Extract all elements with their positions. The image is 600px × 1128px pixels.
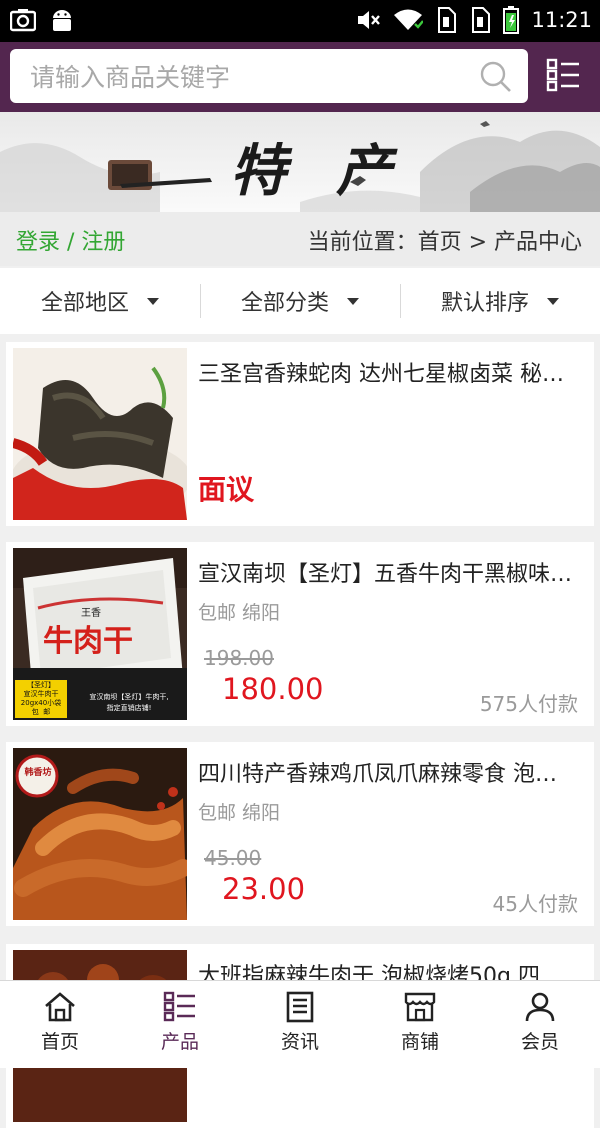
user-icon	[525, 992, 555, 1022]
nav-store-label: 商铺	[400, 1031, 439, 1053]
android-icon	[53, 10, 71, 31]
filter-category-label: 全部分类	[240, 291, 329, 316]
sold-count: 45人付款	[492, 892, 578, 916]
nav-member-label: 会员	[520, 1031, 559, 1053]
product-price: 23.00	[222, 872, 306, 906]
sim1-icon	[438, 7, 457, 33]
battery-icon	[503, 6, 520, 34]
nav-member[interactable]: 会员	[480, 981, 600, 1068]
status-bar: 11:21	[0, 0, 600, 42]
list-icon	[163, 991, 195, 1022]
nav-news[interactable]: 资讯	[240, 981, 360, 1068]
search-input[interactable]	[28, 55, 472, 99]
image-caption: 宣汉南坝【圣灯】牛肉干, 指定直销店铺!	[89, 693, 169, 712]
filter-region-label: 全部地区	[40, 291, 129, 316]
image-product-name: 牛肉干	[43, 624, 133, 659]
sold-count: 575人付款	[479, 692, 578, 716]
product-title: 四川特产香辣鸡爪凤爪麻辣零食 泡椒凤爪	[198, 762, 578, 787]
product-title: 三圣宫香辣蛇肉 达州七星椒卤菜 秘制蛇肉	[198, 362, 578, 387]
camera-icon	[10, 9, 36, 32]
nav-store[interactable]: 商铺	[360, 981, 480, 1068]
sim2-icon	[472, 7, 491, 33]
image-badge: 【圣灯】 宣汉牛肉干 20gx40小袋 包 邮	[15, 680, 67, 718]
filter-category[interactable]: 全部分类	[200, 268, 400, 334]
current-location: 当前位置：首页 > 产品中心	[307, 230, 582, 255]
breadcrumb: 登录 / 注册 当前位置：首页 > 产品中心	[0, 212, 600, 266]
status-time: 11:21	[531, 8, 592, 32]
wifi-icon	[394, 9, 424, 30]
nav-products-label: 产品	[160, 1031, 199, 1053]
product-title: 宣汉南坝【圣灯】五香牛肉干黑椒味 20gx40小袋	[198, 562, 578, 587]
store-icon	[404, 992, 436, 1022]
search-icon[interactable]	[480, 61, 512, 93]
chevron-down-icon	[547, 297, 559, 305]
product-image: 王香 牛肉干 【圣灯】 宣汉牛肉干 20gx40小袋 包 邮 宣汉南坝【圣灯】牛…	[13, 548, 187, 720]
nav-home[interactable]: 首页	[0, 981, 120, 1068]
product-card[interactable]: 三圣宫香辣蛇肉 达州七星椒卤菜 秘制蛇肉 面议	[6, 342, 594, 526]
nav-home-label: 首页	[40, 1031, 79, 1053]
news-icon	[286, 991, 314, 1023]
filter-bar: 全部地区 全部分类 默认排序	[0, 268, 600, 334]
mute-icon	[358, 11, 381, 29]
filter-sort-label: 默认排序	[440, 291, 529, 316]
image-seal: 韩香坊	[24, 768, 52, 778]
category-menu-icon[interactable]	[546, 58, 582, 92]
product-price-negotiable: 面议	[198, 473, 255, 506]
chevron-down-icon	[347, 297, 359, 305]
product-card[interactable]: 韩香坊 四川特产香辣鸡爪凤爪麻辣零食 泡椒凤爪 包邮 绵阳 45.00 23.0…	[6, 742, 594, 926]
product-image: 韩香坊	[13, 748, 187, 920]
app-header	[0, 42, 600, 112]
product-price: 180.00	[222, 672, 324, 706]
original-price: 198.00	[204, 646, 274, 670]
home-icon	[45, 992, 75, 1022]
product-image	[13, 348, 187, 520]
banner: 特产	[0, 112, 600, 212]
nav-products[interactable]: 产品	[120, 981, 240, 1068]
chevron-down-icon	[147, 297, 159, 305]
bottom-nav: 首页 产品 资讯 商铺 会员	[0, 980, 600, 1068]
original-price: 45.00	[204, 846, 262, 870]
product-location: 包邮 绵阳	[198, 602, 281, 624]
filter-sort[interactable]: 默认排序	[400, 268, 600, 334]
banner-title: 特产	[230, 138, 442, 204]
filter-region[interactable]: 全部地区	[0, 268, 200, 334]
nav-news-label: 资讯	[280, 1031, 319, 1053]
product-location: 包邮 绵阳	[198, 802, 281, 824]
product-card[interactable]: 王香 牛肉干 【圣灯】 宣汉牛肉干 20gx40小袋 包 邮 宣汉南坝【圣灯】牛…	[6, 542, 594, 726]
search-box[interactable]	[10, 49, 528, 103]
login-register-link[interactable]: 登录 / 注册	[16, 224, 125, 256]
